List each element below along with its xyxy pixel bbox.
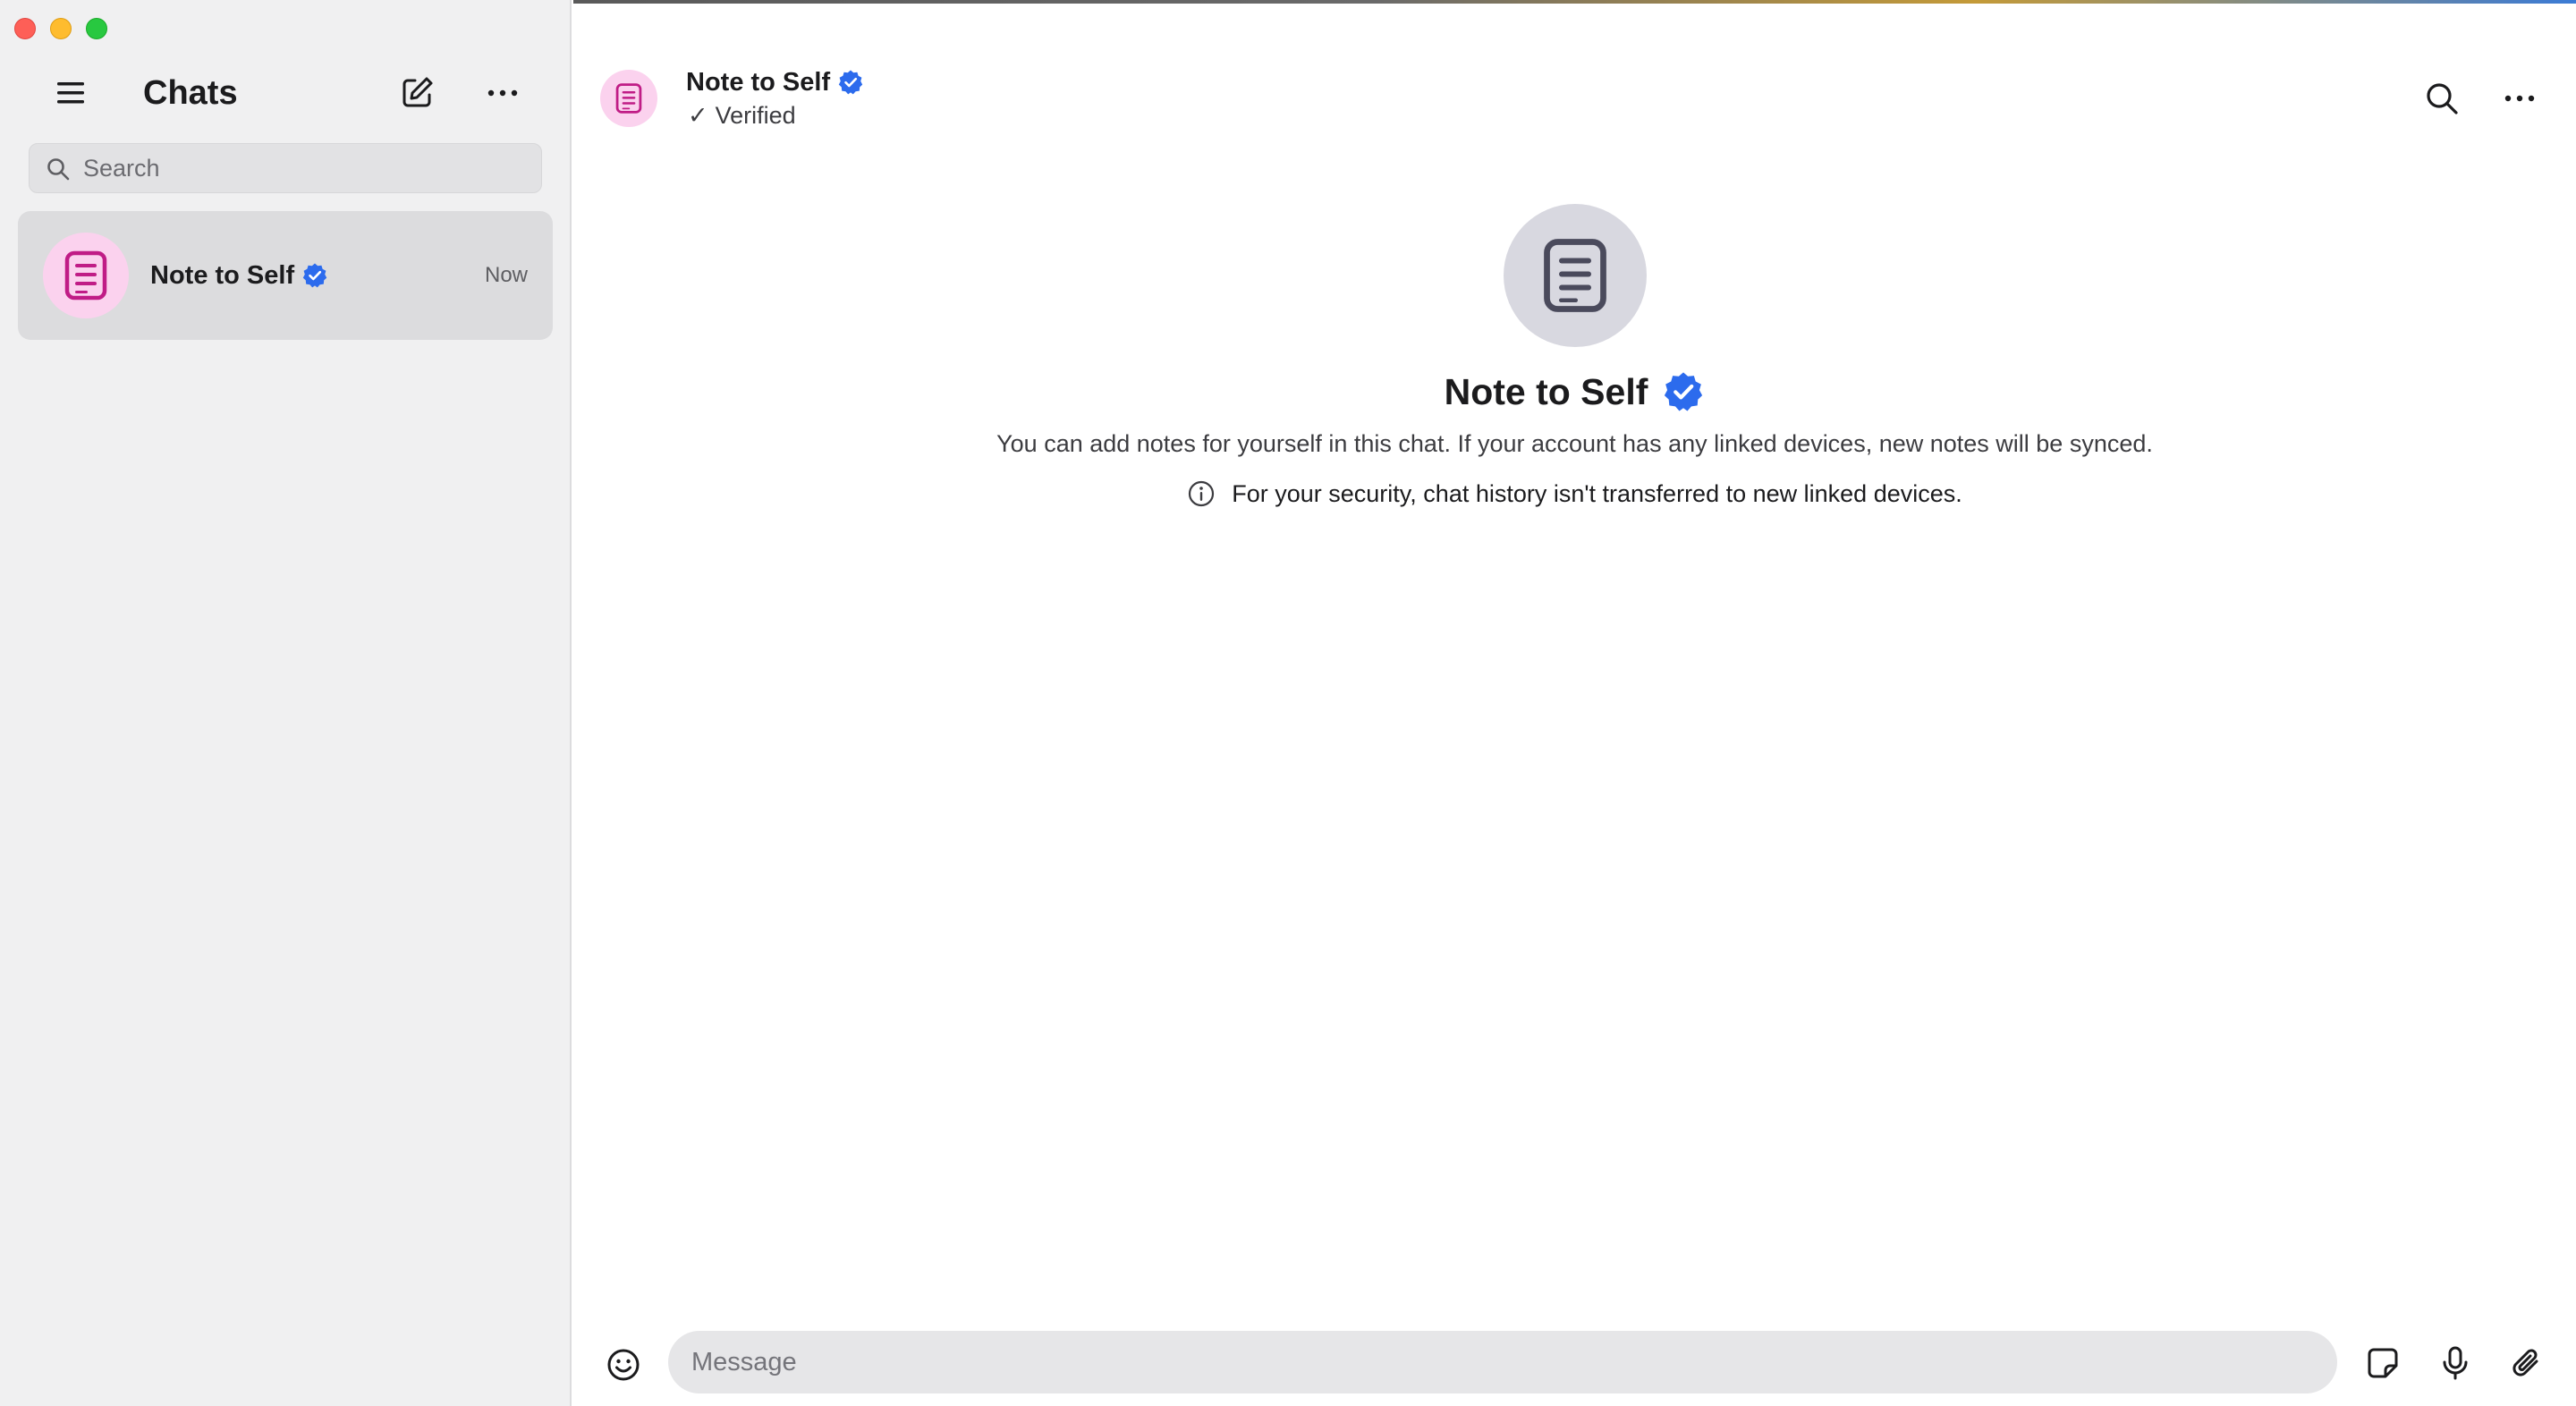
conversation-header: Note to Self ✓ Verified bbox=[573, 54, 2576, 147]
verified-badge-icon bbox=[1665, 372, 1703, 411]
paperclip-icon bbox=[2512, 1349, 2538, 1376]
window-top-border bbox=[573, 0, 2576, 4]
emoji-button[interactable] bbox=[604, 1345, 643, 1385]
message-field[interactable] bbox=[668, 1331, 2337, 1393]
intro-avatar bbox=[1503, 204, 1647, 347]
search-icon bbox=[47, 158, 70, 181]
sidebar-header: Chats bbox=[0, 64, 572, 122]
compose-button[interactable] bbox=[397, 73, 436, 113]
app-window: Chats Search Note to Self Now Note to Se… bbox=[0, 0, 2576, 1406]
header-avatar[interactable] bbox=[600, 70, 657, 127]
security-notice-text: For your security, chat history isn't tr… bbox=[1232, 479, 1962, 507]
menu-button[interactable] bbox=[54, 79, 89, 107]
verified-badge-icon bbox=[838, 70, 863, 95]
note-icon bbox=[615, 83, 642, 114]
chat-list-item[interactable]: Note to Self Now bbox=[18, 211, 553, 340]
compose-icon bbox=[402, 77, 433, 107]
more-horizontal-icon bbox=[2504, 95, 2535, 102]
conversation-title: Note to Self bbox=[686, 68, 831, 97]
window-minimize-button[interactable] bbox=[50, 18, 72, 39]
attach-button[interactable] bbox=[2507, 1343, 2546, 1383]
hamburger-icon bbox=[57, 82, 84, 104]
verified-status: ✓ Verified bbox=[688, 102, 796, 130]
intro-title-row: Note to Self bbox=[573, 368, 2576, 415]
note-icon bbox=[64, 250, 107, 301]
avatar bbox=[43, 233, 129, 318]
more-horizontal-icon bbox=[487, 89, 518, 97]
header-title-row[interactable]: Note to Self bbox=[686, 66, 864, 98]
conversation-panel: Note to Self ✓ Verified Note to Self You… bbox=[573, 0, 2576, 1406]
voice-note-button[interactable] bbox=[2436, 1343, 2475, 1383]
intro-title: Note to Self bbox=[1444, 371, 1648, 412]
window-controls bbox=[14, 18, 107, 39]
verified-label: Verified bbox=[715, 102, 796, 129]
sidebar-more-button[interactable] bbox=[483, 73, 522, 113]
microphone-icon bbox=[2443, 1346, 2468, 1380]
intro-description: You can add notes for yourself in this c… bbox=[996, 430, 2153, 457]
info-icon bbox=[1189, 480, 1215, 507]
message-composer bbox=[573, 1324, 2576, 1406]
sticker-icon bbox=[2368, 1348, 2398, 1378]
verified-check: ✓ bbox=[688, 102, 708, 129]
sidebar-title: Chats bbox=[143, 74, 238, 112]
window-close-button[interactable] bbox=[14, 18, 36, 39]
sticker-button[interactable] bbox=[2363, 1343, 2402, 1383]
conversation-more-button[interactable] bbox=[2500, 79, 2539, 118]
sidebar: Chats Search Note to Self Now bbox=[0, 0, 572, 1406]
search-input[interactable] bbox=[83, 144, 530, 192]
conversation-search-button[interactable] bbox=[2422, 79, 2462, 118]
conversation-intro: Note to Self You can add notes for yours… bbox=[573, 204, 2576, 508]
chat-name-row: Note to Self bbox=[150, 258, 328, 293]
security-notice: For your security, chat history isn't tr… bbox=[573, 479, 2576, 508]
message-input[interactable] bbox=[691, 1331, 2301, 1393]
note-icon bbox=[1543, 239, 1606, 312]
chat-name: Note to Self bbox=[150, 261, 295, 290]
search-icon bbox=[2427, 83, 2458, 114]
emoji-icon bbox=[607, 1349, 640, 1381]
window-zoom-button[interactable] bbox=[86, 18, 107, 39]
search-field[interactable] bbox=[29, 143, 542, 193]
verified-badge-icon bbox=[302, 263, 327, 288]
chat-timestamp: Now bbox=[484, 263, 528, 287]
